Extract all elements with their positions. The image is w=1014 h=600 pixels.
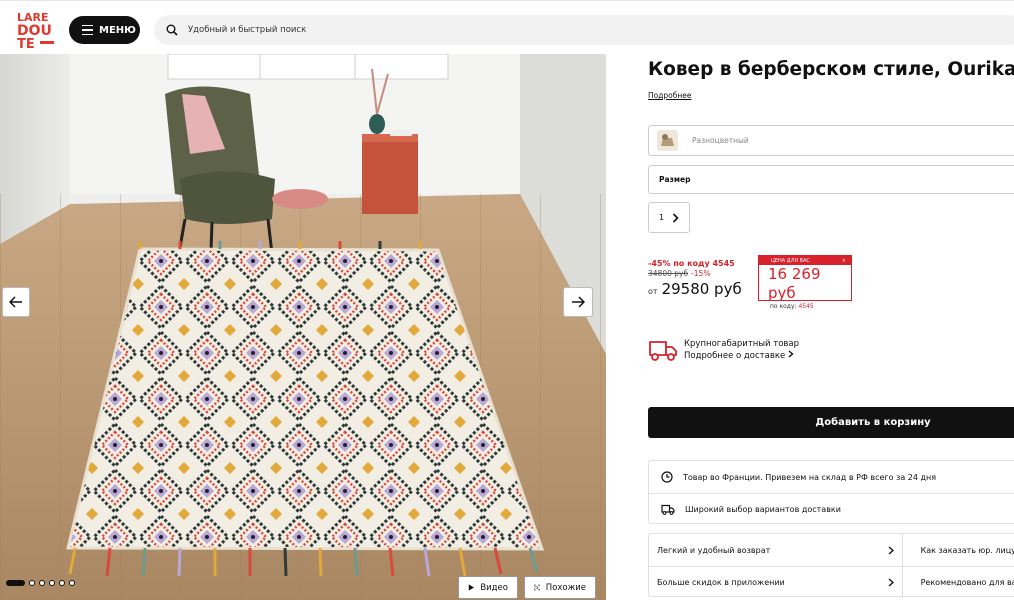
promo-code-line: по коду: 4545: [759, 303, 851, 310]
product-gallery[interactable]: Видео Похожие: [0, 54, 606, 600]
video-label: Видео: [480, 582, 508, 593]
promo-code-label: по коду:: [770, 303, 797, 310]
legal-entity-link[interactable]: Как заказать юр. лицу: [903, 534, 1014, 566]
slide-dot[interactable]: [29, 580, 35, 586]
product-title: Ковер в берберском стиле, Ourika: [648, 59, 1014, 80]
close-icon[interactable]: ×: [842, 258, 846, 264]
price-value: 29580 руб: [661, 280, 742, 298]
discount-percent: -15%: [691, 269, 711, 278]
color-selector[interactable]: Разноцветный: [648, 125, 1014, 156]
details-link[interactable]: Подробнее: [648, 91, 692, 100]
old-price-value: 34800 руб: [648, 269, 689, 278]
app-discounts-link[interactable]: Больше скидок в приложении: [649, 567, 903, 598]
promo-price: 16 269 руб: [768, 265, 821, 302]
chevron-right-icon: [672, 212, 679, 223]
promo-box-header: ЦЕНА ДЛЯ ВАС ×: [759, 256, 851, 265]
bulky-item-label: Крупногабаритный товар: [684, 339, 800, 349]
arrow-left-icon: [9, 296, 22, 308]
play-icon: [468, 584, 474, 591]
from-label: от: [648, 287, 658, 296]
slide-dot[interactable]: [39, 580, 45, 586]
svg-text:TE: TE: [17, 37, 35, 50]
feature-item: Товар во Франции. Привезем на склад в РФ…: [649, 461, 1014, 493]
add-to-cart-button[interactable]: Добавить в корзину: [648, 407, 1014, 438]
product-photo: [0, 54, 606, 600]
color-swatch: [657, 130, 678, 151]
delivery-details-text: Подробнее о доставке: [684, 351, 786, 361]
promo-box-title: ЦЕНА ДЛЯ ВАС: [771, 257, 810, 264]
search-input[interactable]: [188, 25, 788, 35]
info-links: Легкий и удобный возврат Как заказать юр…: [648, 533, 1014, 598]
delivery-info: Крупногабаритный товар Подробнее о доста…: [648, 338, 799, 362]
visual-search-icon: [534, 584, 540, 591]
quantity-selector[interactable]: 1: [648, 202, 690, 233]
previous-image-button[interactable]: [2, 287, 30, 317]
arrow-right-icon: [572, 296, 585, 308]
features-list: Товар во Франции. Привезем на склад в РФ…: [648, 460, 1014, 524]
quantity-value: 1: [658, 213, 665, 222]
feature-text: Широкий выбор вариантов доставки: [685, 505, 841, 514]
truck-icon: [649, 341, 677, 361]
menu-button[interactable]: МЕНЮ: [69, 16, 140, 44]
size-selector[interactable]: Размер: [648, 165, 1014, 194]
slide-indicators: [6, 580, 75, 586]
link-text: Как заказать юр. лицу: [920, 545, 1014, 555]
size-label: Размер: [659, 175, 691, 184]
color-label: Разноцветный: [692, 136, 749, 145]
la-redoute-logo[interactable]: LARE DOU TE: [16, 10, 56, 50]
feature-item: Широкий выбор вариантов доставки: [649, 493, 1014, 525]
chevron-right-icon: [788, 350, 794, 358]
link-text: Рекомендовано для вас: [920, 578, 1014, 587]
price-block: -45% по коду 4545 34800 руб -15% от 29580…: [648, 259, 742, 298]
links-row: Легкий и удобный возврат Как заказать юр…: [649, 534, 1014, 566]
promo-code-value: 4545: [798, 303, 814, 310]
slide-dot[interactable]: [59, 580, 65, 586]
similar-label: Похожие: [545, 582, 586, 593]
link-text: Больше скидок в приложении: [657, 578, 785, 587]
link-text: Легкий и удобный возврат: [657, 545, 771, 555]
promo-price-box: ЦЕНА ДЛЯ ВАС × 16 269 руб по коду: 4545: [758, 255, 852, 310]
search-bar[interactable]: [154, 15, 1014, 45]
hamburger-icon: [82, 24, 93, 36]
menu-label: МЕНЮ: [99, 24, 136, 36]
delivery-details-link[interactable]: Подробнее о доставке: [684, 350, 799, 362]
feature-text: Товар во Франции. Привезем на склад в РФ…: [683, 472, 937, 482]
clock-icon: [661, 471, 673, 483]
slide-dot[interactable]: [69, 580, 75, 586]
recommended-link[interactable]: Рекомендовано для вас: [903, 567, 1014, 598]
slide-dot[interactable]: [49, 580, 55, 586]
delivery-truck-icon: [661, 504, 675, 515]
chevron-right-icon: [888, 545, 894, 555]
slide-dot-active[interactable]: [6, 580, 25, 586]
similar-button[interactable]: Похожие: [524, 576, 596, 599]
return-link[interactable]: Легкий и удобный возврат: [649, 534, 903, 566]
next-image-button[interactable]: [563, 287, 593, 317]
chevron-right-icon: [888, 578, 894, 587]
links-row: Больше скидок в приложении Рекомендовано…: [649, 566, 1014, 598]
product-info: Ковер в берберском стиле, Ourika Подробн…: [648, 54, 1014, 600]
promo-code-text: -45% по коду 4545: [648, 259, 735, 268]
current-price: от 29580 руб: [648, 280, 742, 298]
search-icon: [166, 24, 178, 36]
site-header: LARE DOU TE МЕНЮ: [0, 0, 1014, 54]
old-price: 34800 руб -15%: [648, 269, 742, 278]
video-button[interactable]: Видео: [458, 576, 518, 599]
